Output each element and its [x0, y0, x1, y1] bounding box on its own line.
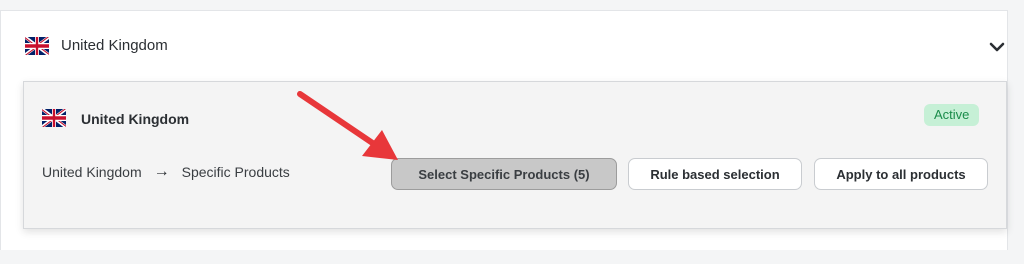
arrow-right-icon: → [153, 163, 170, 180]
country-rule-card: United Kingdom Active United Kingdom → S… [23, 81, 1007, 229]
breadcrumb-country: United Kingdom [42, 164, 142, 180]
country-accordion-header[interactable]: United Kingdom [1, 11, 1007, 75]
rule-based-selection-button[interactable]: Rule based selection [628, 158, 802, 190]
card-country-name: United Kingdom [81, 111, 190, 127]
country-panel: United Kingdom United Kingdom Active Uni… [0, 10, 1008, 252]
breadcrumb-mode: Specific Products [181, 164, 290, 180]
page-background [0, 250, 1024, 264]
status-badge: Active [924, 104, 980, 126]
uk-flag-icon [25, 37, 49, 55]
apply-to-all-products-button[interactable]: Apply to all products [814, 158, 988, 190]
select-specific-products-button[interactable]: Select Specific Products (5) [391, 158, 617, 190]
country-name: United Kingdom [61, 37, 168, 54]
chevron-down-icon[interactable] [987, 37, 1007, 57]
uk-flag-icon [42, 109, 66, 127]
breadcrumb: United Kingdom → Specific Products [42, 162, 290, 182]
